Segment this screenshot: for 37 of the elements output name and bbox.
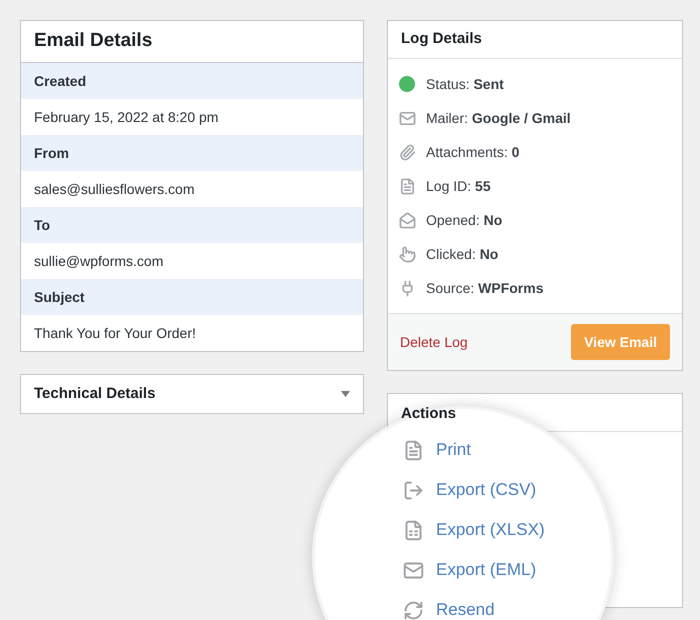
caret-down-icon[interactable] [341,391,350,397]
action-link[interactable]: Export (EML) [436,561,536,579]
field-label: Subject [21,279,363,315]
log-detail-text: Log ID: 55 [426,176,491,196]
field-value: sullie@wpforms.com [33,252,164,271]
log-detail-text: Status: Sent [426,74,504,94]
delete-log-link[interactable]: Delete Log [400,332,468,352]
panel-title: Technical Details [34,384,156,404]
document-icon [402,440,424,460]
panel-title: Log Details [401,29,482,50]
action-link[interactable]: Print [436,441,471,459]
log-detail-text: Attachments: 0 [426,142,520,162]
paperclip-icon [398,144,416,160]
log-detail-text: Source: WPForms [426,278,544,298]
view-email-button[interactable]: View Email [571,324,670,360]
field-label: To [21,207,363,243]
panel-title: Actions [401,404,456,424]
action-link[interactable]: Export (CSV) [436,481,536,499]
log-detail-text: Clicked: No [426,244,498,264]
pointer-hand-icon [398,246,416,262]
log-detail-text: Mailer: Google / Gmail [426,108,571,128]
log-detail-text: Opened: No [426,210,502,230]
action-link[interactable]: Export (XLSX) [436,521,545,539]
open-envelope-icon [398,212,416,228]
technical-details-panel[interactable]: Technical Details [20,374,364,414]
mail-icon [402,560,424,580]
panel-title: Email Details [34,29,152,54]
field-value: February 15, 2022 at 8:20 pm [33,108,220,127]
document-icon [398,178,416,194]
action-link[interactable]: Resend [436,601,495,619]
field-label: From [21,135,363,171]
field-value: Thank You for Your Order! [33,324,197,342]
field-label: Created [21,63,363,99]
refresh-icon [402,600,424,620]
spreadsheet-icon [402,520,424,540]
field-value: sales@sulliesflowers.com [33,180,196,198]
mail-icon [398,110,416,126]
